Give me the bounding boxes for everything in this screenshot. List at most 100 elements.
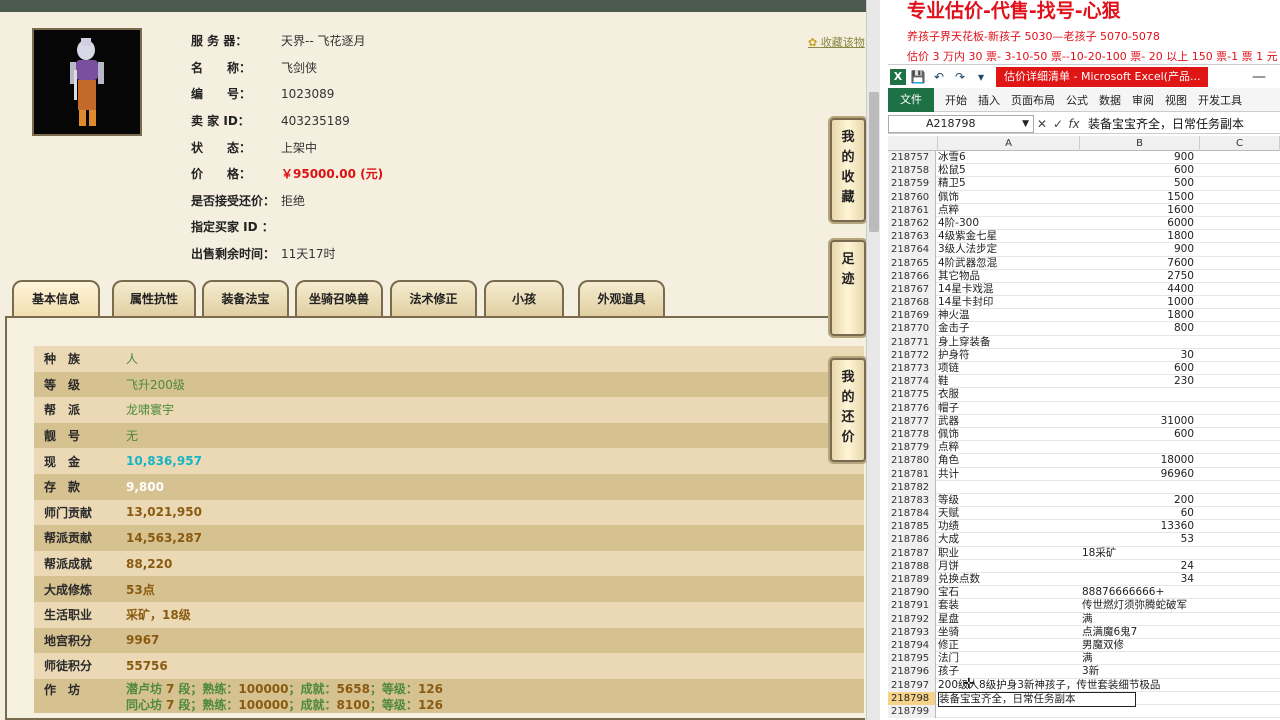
formula-input[interactable]: 装备宝宝齐全，日常任务副本	[1088, 115, 1244, 132]
tab-3[interactable]: 装备法宝	[202, 280, 289, 316]
row-number[interactable]: 218770	[888, 322, 936, 336]
row-number[interactable]: 218757	[888, 151, 936, 165]
scroll-thumb[interactable]	[869, 92, 879, 232]
ribbon-tab-5[interactable]: 数据	[1099, 92, 1121, 108]
cell-b[interactable]: 13360	[1080, 520, 1198, 533]
ribbon-tab-7[interactable]: 视图	[1165, 92, 1187, 108]
row-number[interactable]: 218761	[888, 203, 936, 217]
function-icon[interactable]: fx	[1066, 117, 1082, 131]
cell-a[interactable]: 功绩	[938, 520, 1078, 533]
row-number[interactable]: 218789	[888, 573, 936, 587]
row-number[interactable]: 218798	[888, 691, 936, 705]
cell-b[interactable]: 600	[1080, 362, 1198, 375]
row-number[interactable]: 218778	[888, 427, 936, 442]
row-number[interactable]: 218774	[888, 375, 936, 389]
ribbon-tab-6[interactable]: 审阅	[1132, 92, 1154, 108]
cancel-icon[interactable]: ✕	[1034, 117, 1050, 131]
cell-b[interactable]: 6000	[1080, 217, 1198, 230]
row-number[interactable]: 218779	[888, 441, 936, 455]
row-number[interactable]: 218772	[888, 348, 936, 362]
tab-file[interactable]: 文件	[888, 87, 934, 112]
cell-a[interactable]: 精卫5	[938, 177, 1078, 190]
cell-b[interactable]: 60	[1080, 507, 1198, 520]
cell-a[interactable]: 帽子	[938, 402, 1078, 415]
cell-a[interactable]: 法门	[938, 652, 1078, 665]
row-number[interactable]: 218799	[888, 704, 936, 719]
side-button-1[interactable]: 我的收藏	[830, 118, 866, 222]
row-number[interactable]: 218767	[888, 282, 936, 297]
cell-a[interactable]: 大成	[938, 533, 1078, 546]
tab-4[interactable]: 坐骑召唤兽	[295, 280, 383, 316]
cell-a[interactable]: 14星卡封印	[938, 296, 1078, 309]
cell-a[interactable]: 等级	[938, 494, 1078, 507]
cell-a[interactable]: 佩饰	[938, 191, 1078, 204]
name-box[interactable]: A218798 ▼	[888, 114, 1034, 133]
cell-a[interactable]: 武器	[938, 415, 1078, 428]
row-number[interactable]: 218794	[888, 638, 936, 653]
tab-5[interactable]: 法术修正	[390, 280, 477, 316]
cell-a[interactable]: 200级人8级护身3新神孩子，传世套装细节极品	[938, 679, 1160, 692]
cell-a[interactable]: 宝石	[938, 586, 1078, 599]
ribbon-tab-2[interactable]: 插入	[978, 92, 1000, 108]
cell-b[interactable]: 53	[1080, 533, 1198, 546]
select-all-corner[interactable]	[888, 136, 938, 151]
redo-icon[interactable]: ↷	[951, 68, 969, 86]
column-header-c[interactable]: C	[1200, 136, 1280, 151]
row-number[interactable]: 218776	[888, 401, 936, 415]
ribbon-tab-4[interactable]: 公式	[1066, 92, 1088, 108]
cell-a[interactable]: 身上穿装备	[938, 336, 1078, 349]
cell-a[interactable]: 14星卡戏混	[938, 283, 1078, 296]
cell-b[interactable]: 24	[1080, 560, 1198, 573]
cell-a[interactable]: 职业	[938, 547, 1078, 560]
cell-b[interactable]: 1800	[1080, 309, 1198, 322]
cell-a[interactable]: 衣服	[938, 388, 1078, 401]
cell-b[interactable]: 18采矿	[1080, 547, 1198, 560]
cell-b[interactable]: 满	[1080, 652, 1198, 665]
cell-b[interactable]: 1600	[1080, 204, 1198, 217]
row-number[interactable]: 218786	[888, 533, 936, 547]
side-button-3[interactable]: 我的还价	[830, 358, 866, 462]
cell-a[interactable]: 孩子	[938, 665, 1078, 678]
cell-b[interactable]: 900	[1080, 151, 1198, 164]
customize-icon[interactable]: ▾	[972, 68, 990, 86]
cell-b[interactable]: 30	[1080, 349, 1198, 362]
cell-b[interactable]: 18000	[1080, 454, 1198, 467]
cell-a[interactable]: 4阶武器忽混	[938, 257, 1078, 270]
cell-b[interactable]: 900	[1080, 243, 1198, 256]
column-header-b[interactable]: B	[1080, 136, 1200, 151]
cell-b[interactable]: 4400	[1080, 283, 1198, 296]
cell-b[interactable]: 2750	[1080, 270, 1198, 283]
chevron-down-icon[interactable]: ▼	[1022, 116, 1029, 132]
cell-b[interactable]: 800	[1080, 322, 1198, 335]
cell-a[interactable]: 月饼	[938, 560, 1078, 573]
row-number[interactable]: 218763	[888, 230, 936, 244]
cell-a[interactable]: 鞋	[938, 375, 1078, 388]
row-number[interactable]: 218773	[888, 362, 936, 376]
cell-a[interactable]: 星盘	[938, 613, 1078, 626]
row-number[interactable]: 218762	[888, 216, 936, 231]
tab-2[interactable]: 属性抗性	[112, 280, 196, 316]
minimize-icon[interactable]: —	[1252, 69, 1266, 85]
cell-b[interactable]: 1500	[1080, 191, 1198, 204]
cell-b[interactable]: 点满魔6鬼7	[1080, 626, 1198, 639]
cell-b[interactable]: 传世燃灯须弥腾蛇破军	[1080, 599, 1198, 612]
row-number[interactable]: 218793	[888, 625, 936, 639]
cell-a[interactable]: 坐骑	[938, 626, 1078, 639]
ribbon-tab-8[interactable]: 开发工具	[1198, 92, 1242, 108]
cell-b[interactable]: 600	[1080, 164, 1198, 177]
cell-a[interactable]: 其它物品	[938, 270, 1078, 283]
cell-a[interactable]: 冰雪6	[938, 151, 1078, 164]
row-number[interactable]: 218771	[888, 335, 936, 349]
cell-b[interactable]: 96960	[1080, 468, 1198, 481]
row-number[interactable]: 218777	[888, 414, 936, 428]
cell-a[interactable]: 神火温	[938, 309, 1078, 322]
row-number[interactable]: 218769	[888, 309, 936, 323]
cell-b[interactable]: 7600	[1080, 257, 1198, 270]
row-number[interactable]: 218780	[888, 454, 936, 468]
row-number[interactable]: 218787	[888, 546, 936, 560]
cell-a[interactable]: 套装	[938, 599, 1078, 612]
row-number[interactable]: 218781	[888, 467, 936, 481]
cell-a[interactable]: 金击子	[938, 322, 1078, 335]
row-number[interactable]: 218766	[888, 269, 936, 283]
row-number[interactable]: 218765	[888, 256, 936, 270]
